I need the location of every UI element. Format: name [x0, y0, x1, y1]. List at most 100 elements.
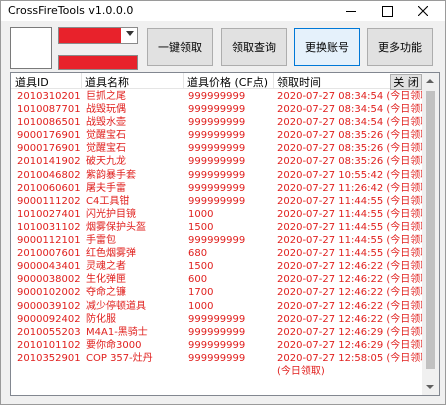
app-window: CrossFireTools v1.0.0.0 一键领取 领取查询 更换账号 更…: [0, 0, 446, 405]
scrollbar-thumb[interactable]: [426, 91, 435, 369]
cell-id: 9000176901: [17, 130, 81, 142]
cell-name: 破天九龙: [86, 156, 126, 168]
cell-name: 觉醒宝石: [86, 130, 126, 142]
table-row[interactable]: 2010101102 要你命3000 999999999 2020-07-27 12:…: [11, 339, 434, 352]
claim-query-button[interactable]: 领取查询: [221, 28, 287, 66]
chevron-down-icon[interactable]: [126, 31, 134, 36]
table-row[interactable]: (今日领取): [11, 365, 423, 378]
table-row[interactable]: 2010141902 破天九龙 999999999 2020-07-27 08:35:…: [11, 155, 434, 168]
cell-name: 烟雾保护头盔: [86, 221, 146, 233]
cell-id: 1010027401: [17, 208, 81, 220]
cell-name: 夺命之镰: [86, 287, 126, 299]
table-row[interactable]: 1010087701 战毁玩偶 999999999 2020-07-27 08:34:…: [11, 103, 434, 116]
table-row[interactable]: 9000039102 减少停顿道具 1000 2020-07-27 12:46:22 …: [11, 300, 434, 313]
column-header-price[interactable]: 道具价格 (CF点): [187, 74, 268, 90]
scroll-up-icon[interactable]: [426, 79, 434, 83]
cell-time: 2020-07-27 08:35:26 (今日领取): [277, 156, 435, 168]
list-rows: 2010310201 巨抓之尾 999999999 2020-07-27 08:34:…: [11, 90, 434, 378]
cell-time: 2020-07-27 12:46:29 (今日领取): [277, 326, 435, 338]
column-divider[interactable]: [81, 73, 82, 89]
scroll-down-icon[interactable]: [426, 385, 434, 389]
cell-price: 600: [188, 274, 208, 286]
more-functions-button[interactable]: 更多功能: [367, 28, 433, 66]
cell-price: 999999999: [188, 235, 246, 247]
cell-time: 2020-07-27 12:46:22 (今日领取): [277, 274, 435, 286]
close-list-button[interactable]: 关 闭: [390, 74, 422, 90]
cell-price: 999999999: [188, 130, 246, 142]
claim-all-button[interactable]: 一键领取: [147, 28, 213, 66]
cell-time: 2020-07-27 12:46:22 (今日领取): [277, 261, 435, 273]
table-row[interactable]: 9000043401 灵魂之者 1500 2020-07-27 12:46:22 (今…: [11, 260, 434, 273]
title-bar[interactable]: CrossFireTools v1.0.0.0: [1, 1, 445, 21]
close-window-icon[interactable]: [409, 1, 437, 21]
cell-price: 999999999: [188, 91, 246, 102]
cell-name: 灵魂之者: [86, 261, 126, 273]
cell-price: 999999999: [188, 117, 246, 129]
vertical-scrollbar[interactable]: [422, 73, 439, 395]
cell-price: 999999999: [188, 169, 246, 181]
cell-id: 9000092402: [17, 313, 81, 325]
maximize-icon[interactable]: [373, 1, 401, 21]
cell-time: 2020-07-27 08:34:54 (今日领取): [277, 91, 435, 102]
table-row[interactable]: 9000102002 夺命之镰 1700 2020-07-27 12:46:22 (今…: [11, 286, 434, 299]
cell-name: M4A1-黑骑士: [86, 326, 148, 338]
cell-price: 999999999: [188, 326, 246, 338]
table-row[interactable]: 2010352901 COP 357-灶丹 999999999 2020-07-27 …: [11, 352, 434, 365]
avatar: [10, 27, 52, 69]
table-row[interactable]: 2010055203 M4A1-黑骑士 999999999 2020-07-27 12…: [11, 326, 434, 339]
cell-price: 999999999: [188, 104, 246, 116]
cell-time: 2020-07-27 12:58:05 (今日领取): [277, 352, 435, 364]
cell-time: 2020-07-27 08:35:26 (今日领取): [277, 130, 435, 142]
cell-id: 2010101102: [17, 339, 81, 351]
cell-name: C4工具钳: [86, 195, 130, 207]
cell-id: 9000102002: [17, 287, 81, 299]
cell-id: 2010141902: [17, 156, 81, 168]
item-list[interactable]: 道具ID 道具名称 道具价格 (CF点) 领取时间 关 闭 2010310201…: [10, 72, 440, 396]
switch-account-button[interactable]: 更换账号: [294, 28, 360, 66]
cell-price: 1700: [188, 287, 214, 299]
table-row[interactable]: 9000111202 C4工具钳 999999999 2020-07-27 11:44…: [11, 195, 434, 208]
cell-name: 闪光护目镜: [86, 208, 136, 220]
table-row[interactable]: 2010060601 屠夫手雷 999999999 2020-07-27 11:26:…: [11, 182, 434, 195]
column-divider[interactable]: [183, 73, 184, 89]
cell-name: 红色烟雾弹: [86, 248, 136, 260]
cell-time: 2020-07-27 12:46:22 (今日领取): [277, 287, 435, 299]
cell-name: 手雷包: [86, 235, 116, 247]
table-row[interactable]: 9000112101 手雷包 999999999 2020-07-27 11:44:5…: [11, 234, 434, 247]
table-row[interactable]: 9000176901 觉醒宝石 999999999 2020-07-27 08:35:…: [11, 142, 434, 155]
table-row[interactable]: 9000092402 防化服 999999999 2020-07-27 12:46:2…: [11, 313, 434, 326]
table-row[interactable]: 9000176901 觉醒宝石 999999999 2020-07-27 08:35:…: [11, 129, 434, 142]
table-row[interactable]: 1010086501 战毁水壶 999999999 2020-07-27 08:34:…: [11, 116, 434, 129]
cell-id: 1010031102: [17, 221, 81, 233]
account-select[interactable]: [58, 27, 138, 44]
cell-price: 1000: [188, 300, 214, 312]
table-row[interactable]: 2010310201 巨抓之尾 999999999 2020-07-27 08:34:…: [11, 90, 434, 103]
cell-name: 紫韵暴手套: [86, 169, 136, 181]
table-row[interactable]: 1010027401 闪光护目镜 1000 2020-07-27 11:44:55 (…: [11, 208, 434, 221]
cell-time: 2020-07-27 11:44:55 (今日领取): [277, 195, 435, 207]
window-title: CrossFireTools v1.0.0.0: [8, 4, 134, 17]
table-row[interactable]: 2010007601 红色烟雾弹 680 2020-07-27 11:44:55 (今…: [11, 247, 434, 260]
account-select-value: [59, 28, 121, 43]
minimize-icon[interactable]: [337, 1, 365, 21]
column-header-id[interactable]: 道具ID: [15, 74, 49, 90]
cell-price: 999999999: [188, 352, 246, 364]
cell-id: 9000039102: [17, 300, 81, 312]
column-header-name[interactable]: 道具名称: [85, 74, 129, 90]
cell-name: COP 357-灶丹: [86, 352, 153, 364]
column-divider[interactable]: [273, 73, 274, 89]
cell-price: 680: [188, 248, 208, 260]
cell-id: 2010310201: [17, 91, 81, 102]
cell-id: 9000112101: [17, 235, 81, 247]
cell-name: 防化服: [86, 313, 116, 325]
cell-price: 1000: [188, 208, 214, 220]
table-row[interactable]: 2010046802 紫韵暴手套 999999999 2020-07-27 10:55…: [11, 169, 434, 182]
cell-time: 2020-07-27 11:44:55 (今日领取): [277, 235, 435, 247]
table-row[interactable]: 1010031102 烟雾保护头盔 1500 2020-07-27 11:44:55 …: [11, 221, 434, 234]
cell-price: 999999999: [188, 339, 246, 351]
cell-time: 2020-07-27 11:44:55 (今日领取): [277, 221, 435, 233]
table-row[interactable]: 9000038002 生化弹匣 600 2020-07-27 12:46:22 (今日…: [11, 273, 434, 286]
cell-id: 2010046802: [17, 169, 81, 181]
cell-name: 屠夫手雷: [86, 182, 126, 194]
column-header-time[interactable]: 领取时间: [277, 74, 321, 90]
